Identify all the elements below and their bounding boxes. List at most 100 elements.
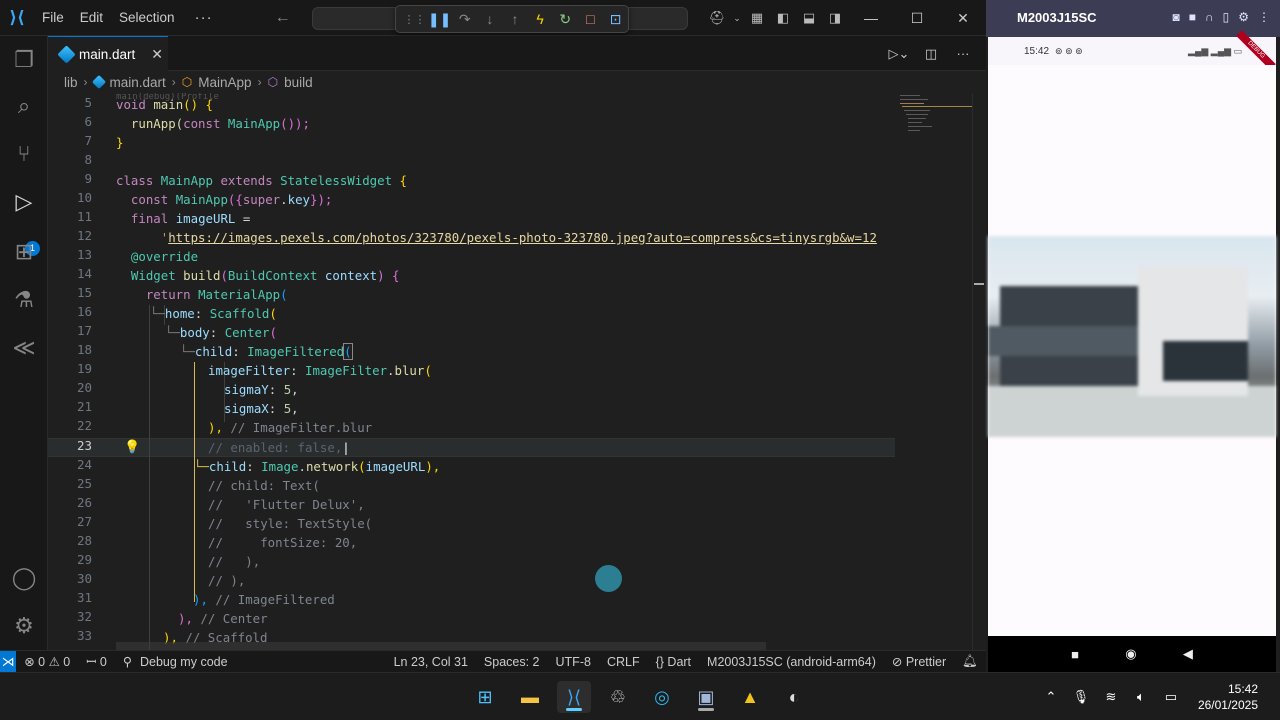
code-line-11: final imageURL = <box>116 211 251 226</box>
code-line-26: // 'Flutter Delux', <box>208 497 365 512</box>
chevron-down-icon[interactable]: ⌄ <box>730 13 744 24</box>
testing-icon[interactable]: ⚗ <box>0 276 48 324</box>
method-symbol-icon: ⬡ <box>267 75 279 89</box>
tab-main-dart[interactable]: main.dart ✕ <box>48 36 168 71</box>
url-link[interactable]: https://images.pexels.com/photos/323780/… <box>168 230 877 245</box>
edge-browser-icon[interactable]: ◎ <box>645 681 679 713</box>
step-out-icon[interactable]: ↑ <box>502 6 527 32</box>
line-number: 13 <box>76 247 92 262</box>
close-window-icon[interactable]: ✕ <box>940 10 986 27</box>
drag-handle-icon[interactable]: ⋮⋮ <box>402 6 427 32</box>
settings-icon[interactable]: ⚙ <box>1238 10 1249 24</box>
headphones-icon[interactable]: ∩ <box>1205 10 1214 24</box>
code-line-13: @override <box>116 249 199 264</box>
encoding[interactable]: UTF-8 <box>548 655 599 669</box>
mirror-icon[interactable]: ▯ <box>1223 10 1230 24</box>
language-mode[interactable]: {} Dart <box>648 655 699 669</box>
restart-icon[interactable]: ↻ <box>553 6 578 32</box>
line-number-active: 23 <box>76 438 92 453</box>
app-icon[interactable]: ▲ <box>733 681 767 713</box>
step-into-icon[interactable]: ↓ <box>477 6 502 32</box>
settings-gear-icon[interactable]: ⚙ <box>0 602 48 650</box>
device-selector[interactable]: M2003J15SC (android-arm64) <box>699 655 884 669</box>
wifi-icon[interactable]: ≋ <box>1096 689 1126 705</box>
system-tray: ⌃ 🎙︎ ≋ 🔈︎ ▭ 15:42 26/01/2025 <box>1036 673 1280 720</box>
account-icon[interactable]: ◯ <box>0 554 48 602</box>
start-menu-icon[interactable]: ⊞ <box>468 681 502 713</box>
recents-icon[interactable]: ■ <box>1071 647 1079 662</box>
volume-icon[interactable]: 🔈︎ <box>1126 689 1156 705</box>
split-editor-icon[interactable]: ◫ <box>918 46 944 62</box>
microphone-icon[interactable]: 🎙︎ <box>1066 689 1096 705</box>
breadcrumb-file[interactable]: main.dart <box>110 75 166 90</box>
copilot-icon[interactable]: ⛑ <box>704 10 730 26</box>
customize-layout-icon[interactable]: ▦ <box>744 10 770 26</box>
phone-screen[interactable] <box>988 65 1276 636</box>
formatter[interactable]: ⊘ Prettier <box>884 654 954 669</box>
code-line-29: // ), <box>208 554 261 569</box>
breadcrumb-lib[interactable]: lib <box>64 75 78 90</box>
stop-icon[interactable]: □ <box>578 6 603 32</box>
breadcrumb-class[interactable]: MainApp <box>198 75 251 90</box>
android-emulator: M2003J15SC ◙ ■ ∩ ▯ ⚙ ⋮ 15:42 ⊚ ⊚ ⊚ ▂▄▆ ▂… <box>986 0 1280 672</box>
recycle-bin-icon[interactable]: ♲ <box>601 681 635 713</box>
minimap[interactable] <box>898 93 974 153</box>
cursor-position[interactable]: Ln 23, Col 31 <box>386 655 476 669</box>
minimize-icon[interactable]: — <box>848 10 894 26</box>
line-number: 33 <box>76 628 92 643</box>
phone-status-bar: 15:42 ⊚ ⊚ ⊚ ▂▄▆ ▂▄▆ ▭ <box>988 37 1276 65</box>
line-number: 16 <box>76 304 92 319</box>
inspect-widget-icon[interactable]: ⊡ <box>603 6 628 32</box>
breadcrumb-method[interactable]: build <box>284 75 313 90</box>
more-icon[interactable]: ⋮ <box>1258 10 1270 24</box>
indentation[interactable]: Spaces: 2 <box>476 655 548 669</box>
toggle-secondary-sidebar-icon[interactable]: ◨ <box>822 10 848 26</box>
step-over-icon[interactable]: ↷ <box>452 6 477 32</box>
toggle-sidebar-icon[interactable]: ◧ <box>770 10 796 26</box>
back-arrow-icon[interactable]: ← <box>275 9 291 27</box>
run-debug-icon[interactable]: ▷ <box>0 178 48 226</box>
video-icon[interactable]: ■ <box>1189 10 1196 24</box>
emulator-taskbar-icon[interactable]: ▣ <box>689 681 723 713</box>
line-number: 30 <box>76 571 92 586</box>
hot-reload-icon[interactable]: ϟ <box>528 6 553 32</box>
obs-recorder-icon[interactable]: ◐ <box>777 681 811 713</box>
flutter-icon[interactable]: ≪ <box>0 324 48 372</box>
chevron-up-icon[interactable]: ⌃ <box>1036 689 1066 705</box>
toggle-panel-icon[interactable]: ⬓ <box>796 10 822 26</box>
line-endings[interactable]: CRLF <box>599 655 648 669</box>
menu-more[interactable]: ··· <box>183 9 225 26</box>
debug-icon: ⚲ <box>122 655 132 669</box>
problems-indicator[interactable]: ⊗ 0 ⚠ 0 <box>16 654 78 669</box>
horizontal-scrollbar[interactable] <box>116 642 766 650</box>
more-actions-icon[interactable]: ··· <box>950 46 976 61</box>
close-icon[interactable]: ✕ <box>151 46 163 63</box>
vertical-scrollbar[interactable] <box>972 93 986 650</box>
remote-indicator-icon[interactable]: ⋊ <box>0 650 17 673</box>
menu-selection[interactable]: Selection <box>111 0 183 36</box>
file-explorer-icon[interactable]: ▬ <box>513 681 547 713</box>
source-control-icon[interactable]: ⑂ <box>0 130 48 178</box>
code-editor[interactable]: 5 6 7 8 9 10 11 12 13 14 15 16 17 18 19 … <box>48 93 986 650</box>
menu-file[interactable]: File <box>34 0 72 36</box>
debug-config[interactable]: Debug my code <box>132 655 236 669</box>
code-line-30: // ), <box>208 573 246 588</box>
ports-indicator[interactable]: ꟷ 0 <box>78 653 115 670</box>
vscode-taskbar-icon[interactable]: ⟩⟨ <box>557 681 591 713</box>
maximize-icon[interactable]: ☐ <box>894 10 940 27</box>
pause-icon[interactable]: ❚❚ <box>427 6 452 32</box>
clock[interactable]: 15:42 26/01/2025 <box>1186 681 1280 713</box>
home-icon[interactable]: ◉ <box>1125 646 1136 662</box>
notifications-bell-icon[interactable]: 🔔︎ <box>954 654 986 669</box>
menu-edit[interactable]: Edit <box>72 0 111 36</box>
scroll-thumb[interactable] <box>974 283 984 285</box>
camera-icon[interactable]: ◙ <box>1173 10 1180 24</box>
extensions-icon[interactable]: ⊞ <box>0 228 48 276</box>
search-icon[interactable]: ⌕ <box>0 82 48 130</box>
dart-file-icon <box>57 44 76 64</box>
battery-icon[interactable]: ▭ <box>1156 689 1186 705</box>
explorer-icon[interactable]: ❐ <box>0 36 48 84</box>
code-line-31: ), // ImageFiltered <box>193 592 335 607</box>
back-icon[interactable]: ◀ <box>1183 646 1193 662</box>
run-debug-dropdown-icon[interactable]: ▷⌄ <box>886 46 912 62</box>
